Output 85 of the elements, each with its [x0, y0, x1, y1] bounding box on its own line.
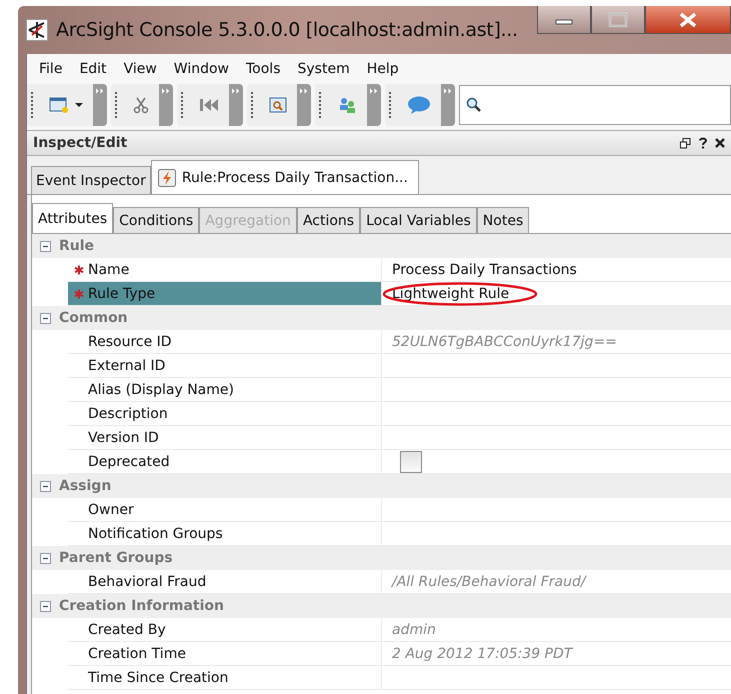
panel-title: Inspect/Edit — [33, 135, 128, 151]
minimize-button[interactable] — [537, 6, 591, 34]
maximize-button[interactable] — [591, 6, 645, 34]
property-value: Lightweight Rule — [392, 286, 510, 302]
collapse-toggle[interactable] — [40, 312, 51, 324]
users-icon — [337, 95, 357, 115]
app-logo-icon — [26, 19, 48, 41]
group-heading: Assign — [59, 478, 112, 494]
property-name: Notification Groups — [87, 526, 223, 542]
property-name: External ID — [87, 358, 166, 374]
property-name: Name — [88, 262, 130, 278]
tab[interactable]: Conditions — [113, 207, 200, 233]
property-value-cell[interactable]: admin — [382, 618, 731, 642]
menu-item[interactable]: Window — [168, 58, 240, 80]
property-name: Created By — [87, 622, 166, 638]
skip-back-icon — [199, 98, 219, 112]
property-name-cell[interactable]: Alias (Display Name) — [68, 378, 382, 402]
close-icon[interactable] — [715, 138, 725, 148]
group-heading: Creation Information — [59, 598, 224, 614]
search-icon — [466, 97, 482, 113]
tab[interactable]: Attributes — [32, 203, 114, 233]
menu-item[interactable]: View — [118, 58, 168, 80]
document-tab[interactable]: Rule:Process Daily Transaction... — [150, 160, 419, 194]
overflow-chevron-icon[interactable] — [367, 84, 381, 126]
property-name: Owner — [87, 502, 134, 518]
menu-item[interactable]: System — [292, 58, 361, 80]
overflow-chevron-icon[interactable] — [93, 84, 107, 126]
caret-icon — [75, 102, 83, 108]
property-value-cell[interactable]: 52ULN6TgBABCConUyrk17jg== — [382, 330, 731, 354]
document-tab[interactable]: Event Inspector — [31, 166, 151, 194]
speech-bubble-icon — [407, 95, 431, 115]
property-value-cell[interactable]: Process Daily Transactions — [382, 258, 731, 282]
property-name-cell[interactable]: Owner — [68, 498, 382, 522]
property-name: Alias (Display Name) — [87, 382, 234, 398]
property-name-cell[interactable]: Creation Time — [68, 642, 382, 666]
property-name-cell[interactable]: Created By — [68, 618, 382, 642]
collapse-toggle[interactable] — [40, 600, 51, 612]
search-field[interactable] — [459, 85, 731, 125]
property-name-cell[interactable]: Description — [68, 402, 382, 426]
property-value: 52ULN6TgBABCConUyrk17jg== — [392, 334, 617, 350]
tab[interactable]: Notes — [476, 207, 530, 233]
property-name: Resource ID — [87, 334, 172, 350]
property-name: Rule Type — [88, 286, 156, 302]
property-name-cell[interactable]: External ID — [68, 354, 382, 378]
property-name-cell[interactable]: Time Since Creation — [68, 666, 382, 690]
property-name: Creation Time — [87, 646, 186, 662]
property-name-cell[interactable]: Rule Type — [68, 282, 382, 306]
menu-item[interactable]: Help — [360, 58, 410, 80]
menu-item[interactable]: Edit — [73, 58, 118, 80]
maximize-icon — [609, 12, 627, 26]
property-name-cell[interactable]: Version ID — [68, 426, 382, 450]
window-title: ArcSight Console 5.3.0.0.0 [localhost:admin.ast]... — [56, 19, 518, 41]
property-name: Description — [87, 406, 168, 422]
find-window-icon — [269, 97, 287, 113]
overflow-chevron-icon[interactable] — [297, 84, 311, 126]
tab[interactable]: Actions — [296, 207, 360, 233]
property-name: Version ID — [87, 430, 159, 446]
collapse-toggle[interactable] — [40, 480, 51, 492]
property-value: /All Rules/Behavioral Fraud/ — [392, 574, 586, 590]
property-name: Time Since Creation — [87, 670, 228, 686]
scissors-icon — [133, 96, 149, 114]
overflow-chevron-icon[interactable] — [229, 84, 243, 126]
restore-icon[interactable] — [680, 138, 691, 148]
menu-item[interactable]: File — [33, 58, 74, 80]
close-icon — [679, 12, 697, 28]
group-heading: Rule — [59, 238, 94, 254]
property-value-cell[interactable]: 2 Aug 2012 17:05:39 PDT — [382, 642, 731, 666]
overflow-chevron-icon[interactable] — [441, 84, 455, 126]
overflow-chevron-icon[interactable] — [159, 84, 173, 126]
group-heading: Common — [59, 310, 128, 326]
tab[interactable]: Local Variables — [360, 207, 477, 233]
property-name: Deprecated — [87, 454, 170, 470]
property-name-cell[interactable]: Resource ID — [68, 330, 382, 354]
property-value: admin — [392, 622, 436, 638]
property-value: 2 Aug 2012 17:05:39 PDT — [392, 646, 572, 662]
collapse-toggle[interactable] — [40, 240, 51, 252]
menu-item[interactable]: Tools — [240, 58, 292, 80]
new-window-icon — [49, 96, 69, 114]
property-value: Process Daily Transactions — [392, 262, 577, 278]
collapse-toggle[interactable] — [40, 552, 51, 564]
group-heading: Parent Groups — [59, 550, 173, 566]
checkbox[interactable] — [400, 450, 422, 472]
property-name: Behavioral Fraud — [87, 574, 206, 590]
help-icon[interactable] — [699, 137, 707, 149]
close-button[interactable] — [645, 6, 731, 34]
